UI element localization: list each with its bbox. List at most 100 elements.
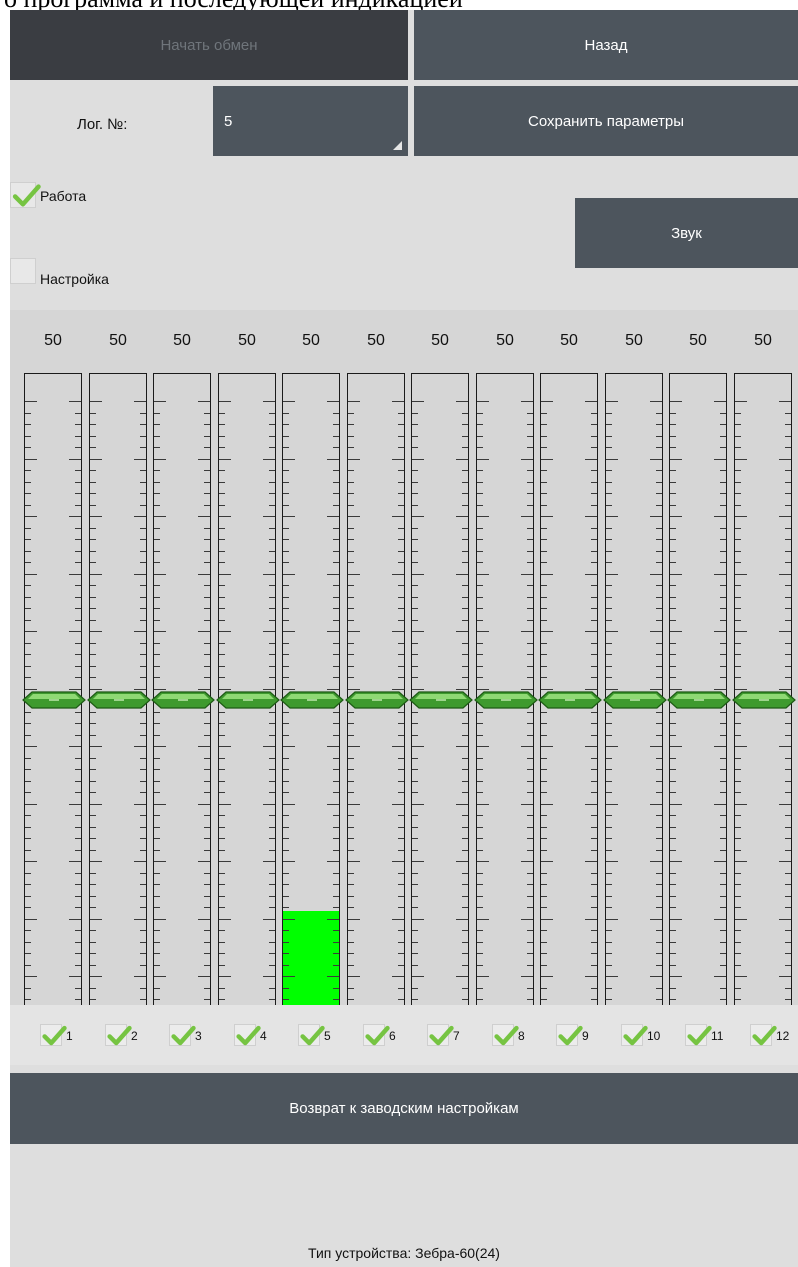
channel-checkbox[interactable] (363, 1024, 390, 1046)
channel-slider-track[interactable] (538, 373, 602, 1006)
channel-checkbox[interactable] (685, 1024, 712, 1046)
slider-tick (204, 838, 210, 839)
slider-tick (462, 424, 468, 425)
slider-tick (348, 631, 360, 632)
save-params-button[interactable]: Сохранить параметры (414, 86, 798, 156)
slider-tick (140, 826, 146, 828)
channel-slider-track[interactable] (603, 373, 667, 1006)
channel-slider-track[interactable] (151, 373, 215, 1006)
channel-checkbox[interactable] (621, 1024, 648, 1046)
sound-button[interactable]: Звук (575, 198, 798, 268)
channel-checkbox[interactable] (105, 1024, 132, 1046)
back-button[interactable]: Назад (414, 10, 798, 80)
channel-slider-track[interactable] (87, 373, 151, 1006)
slider-thumb-icon[interactable] (151, 690, 215, 709)
channel-slider-track[interactable] (409, 373, 473, 1006)
channel-slider-track[interactable] (216, 373, 280, 1006)
slider-thumb-icon[interactable] (538, 690, 602, 709)
slider-thumb-icon[interactable] (22, 690, 86, 709)
slider-tick (785, 723, 791, 724)
slider-tick (785, 780, 791, 782)
slider-tick (779, 573, 791, 575)
setup-checkbox[interactable] (10, 258, 36, 284)
slider-tick (269, 596, 275, 598)
slider-tick (527, 619, 533, 621)
slider-thumb-icon[interactable] (667, 690, 731, 709)
slider-thumb-icon[interactable] (474, 690, 538, 709)
slider-tick (219, 895, 225, 897)
slider-tick (398, 930, 404, 931)
slider-tick (412, 884, 418, 885)
slider-tick (527, 539, 533, 540)
slider-thumb-icon[interactable] (603, 690, 667, 709)
slider-tick (670, 562, 676, 563)
channel-checkbox[interactable] (427, 1024, 454, 1046)
slider-thumb-icon[interactable] (732, 690, 796, 709)
slider-tick (591, 550, 597, 552)
slider-tick (25, 619, 31, 621)
slider-tick (90, 849, 96, 851)
slider-tick (606, 412, 612, 414)
channel-slider-track[interactable] (667, 373, 731, 1006)
slider-tick (714, 516, 726, 517)
slider-thumb-icon[interactable] (216, 690, 280, 709)
channel-checkbox[interactable] (169, 1024, 196, 1046)
channel-checkbox[interactable] (492, 1024, 519, 1046)
slider-tick (198, 631, 210, 632)
slider-tick (477, 562, 483, 563)
slider-tick (154, 470, 160, 471)
channel-slider-track[interactable] (732, 373, 796, 1006)
slider-tick (541, 953, 547, 954)
factory-reset-button[interactable]: Возврат к заводским настройкам (10, 1073, 798, 1144)
slider-tick (606, 527, 612, 529)
slider-tick (348, 562, 354, 563)
slider-tick (219, 907, 225, 908)
channel-slider-track[interactable] (22, 373, 86, 1006)
slider-tick (527, 987, 533, 989)
channel-slider-track[interactable] (280, 373, 344, 1006)
slider-tick (283, 470, 289, 471)
slider-tick (541, 930, 547, 931)
slider-thumb-icon[interactable] (87, 690, 151, 709)
slider-tick (735, 435, 741, 437)
slider-tick (140, 642, 146, 644)
channel-checkbox[interactable] (750, 1024, 777, 1046)
slider-tick (333, 895, 339, 897)
slider-tick (462, 481, 468, 483)
slider-tick (348, 539, 354, 540)
slider-tick (606, 792, 612, 793)
slider-tick (656, 642, 662, 644)
slider-tick (656, 780, 662, 782)
slider-thumb-icon[interactable] (280, 690, 344, 709)
slider-thumb-icon[interactable] (409, 690, 473, 709)
slider-tick (348, 665, 354, 667)
channel-checkbox[interactable] (298, 1024, 325, 1046)
channel-checkbox[interactable] (40, 1024, 67, 1046)
slider-tick (591, 792, 597, 793)
slider-thumb-icon[interactable] (345, 690, 409, 709)
channel-checkbox[interactable] (556, 1024, 583, 1046)
slider-tick (154, 424, 160, 425)
log-number-spinner[interactable]: 5 (213, 86, 408, 156)
slider-tick (720, 930, 726, 931)
slider-tick (541, 861, 553, 862)
slider-tick (670, 953, 676, 954)
channel-slider-track[interactable] (474, 373, 538, 1006)
slider-tick (204, 964, 210, 966)
slider-tick (398, 711, 404, 713)
channel-checkbox[interactable] (234, 1024, 261, 1046)
slider-tick (327, 458, 339, 460)
slider-tick (348, 642, 354, 644)
slider-tick (90, 757, 96, 759)
start-exchange-button[interactable]: Начать обмен (10, 10, 408, 80)
slider-tick (527, 596, 533, 598)
slider-tick (154, 493, 160, 494)
slider-tick (75, 665, 81, 667)
channel-slider-track[interactable] (345, 373, 409, 1006)
slider-tick (656, 907, 662, 908)
slider-tick (75, 953, 81, 954)
slider-tick (785, 953, 791, 954)
slider-tick (606, 642, 612, 644)
slider-tick (327, 746, 339, 747)
work-checkbox[interactable] (10, 182, 41, 208)
